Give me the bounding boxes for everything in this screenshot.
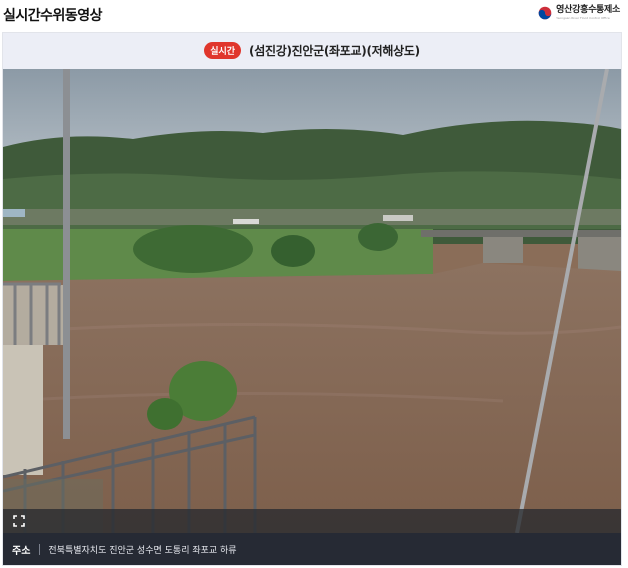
fullscreen-icon[interactable] (13, 515, 25, 527)
top-header: 실시간수위동영상 영산강홍수통제소 Yeongsan River Flood C… (0, 0, 628, 30)
live-video[interactable] (3, 69, 621, 533)
live-badge: 실시간 (204, 42, 242, 59)
concrete-wall (3, 345, 43, 475)
org-subtitle: Yeongsan River Flood Control Office (556, 16, 610, 20)
bridge-deck (421, 230, 621, 237)
video-control-bar (3, 509, 621, 533)
video-title-bar: 실시간 (섬진강)진안군(좌포교)(저해상도) (3, 33, 621, 69)
address-divider (39, 543, 41, 555)
page-title: 실시간수위동영상 (3, 8, 103, 24)
cctv-frame (3, 69, 621, 533)
station-title: (섬진강)진안군(좌포교)(저해상도) (249, 44, 420, 58)
org-logo[interactable]: 영산강홍수통제소 Yeongsan River Flood Control Of… (538, 5, 620, 20)
video-panel: 실시간 (섬진강)진안군(좌포교)(저해상도) 주소 전북특별자치도 진안군 성… (2, 32, 622, 566)
address-label: 주소 (12, 545, 31, 557)
org-name: 영산강홍수통제소 (556, 5, 620, 15)
address-value: 전북특별자치도 진안군 성수면 도통리 좌포교 하류 (48, 545, 237, 556)
taegeuk-emblem-icon (538, 6, 552, 20)
utility-pole (63, 69, 70, 439)
address-bar: 주소 전북특별자치도 진안군 성수면 도통리 좌포교 하류 (3, 533, 621, 565)
